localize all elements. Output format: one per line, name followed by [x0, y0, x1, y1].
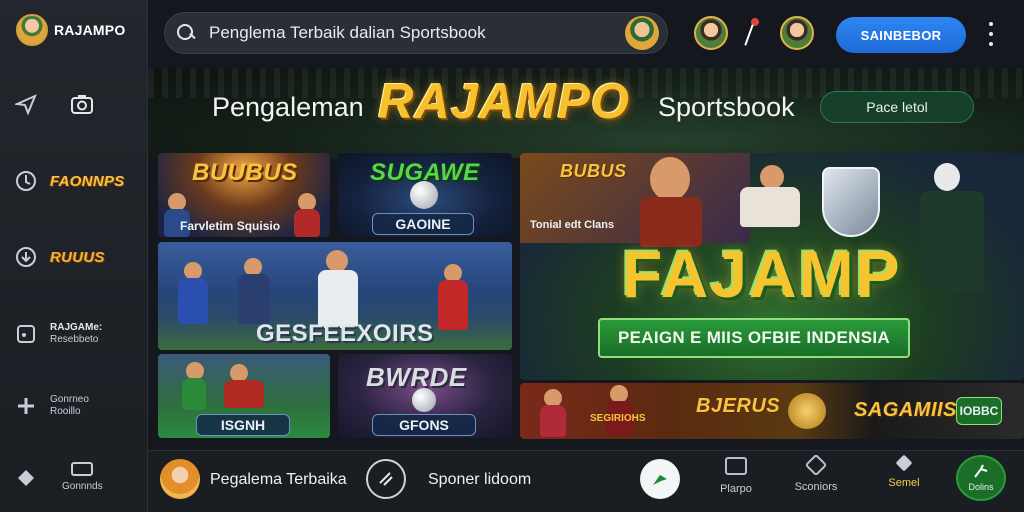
sidebar-item-5-label: Gonnnds [62, 481, 103, 492]
sidebar-item-3[interactable]: RAJGAMe: Resebbeto [12, 320, 102, 348]
user-avatar-1[interactable] [694, 16, 728, 50]
promo-tile-2[interactable]: SUGAWE GAOINE [338, 153, 512, 237]
sidebar-logo-1: FAONNPS [50, 172, 125, 190]
diamond-icon [12, 464, 40, 492]
nav-item-4[interactable]: Dolins [956, 455, 1006, 501]
sidebar-item-4[interactable]: Gonrneo Rooillo [12, 392, 89, 420]
sidebar-item-4-title: Gonrneo [50, 394, 89, 405]
search-input[interactable]: Penglema Terbaik dalian Sportsbook [209, 23, 625, 43]
search-avatar [625, 16, 659, 50]
nav-item-4-label: Dolins [968, 482, 994, 492]
bottom-left-text[interactable]: Pegalema Terbaika [210, 471, 347, 489]
brand-name: RAJAMPO [54, 22, 126, 38]
nav-item-3-label: Semel [888, 477, 920, 489]
sidebar-item-3-label: RAJGAMe: Resebbeto [50, 322, 102, 346]
feature-small-logo: BUBUS [560, 161, 627, 181]
promo-tile-1[interactable]: BUUBUS Farvletim Squisio [158, 153, 330, 237]
document-icon [12, 320, 40, 348]
tile-2-badge[interactable]: GAOINE [372, 213, 474, 235]
strip-caption: SEGIRIOHS [590, 413, 646, 424]
sidebar-item-4-sub: Rooillo [50, 406, 81, 417]
target-icon [12, 167, 40, 195]
tile-3-caption: GESFEEXOIRS [256, 320, 434, 347]
top-bar: Penglema Terbaik dalian Sportsbook SAINB… [148, 0, 1024, 68]
location-icon [12, 243, 40, 271]
brand-avatar [16, 14, 48, 46]
bottom-avatar[interactable] [160, 459, 200, 499]
cube-icon [804, 453, 828, 477]
hero-right-text: Sportsbook [658, 92, 795, 122]
feature-big-logo: FAJAMP [622, 237, 902, 311]
strip-logo-2: SAGAMIIS [854, 399, 957, 421]
monitor-icon [71, 462, 94, 476]
feature-ribbon: PEAIGN E MIIS OFBIE INDENSIA [598, 318, 910, 358]
strip-logo-1: BJERUS [696, 395, 781, 417]
tile-1-caption: Farvletim Squisio [180, 219, 281, 233]
tile-1-logo: BUUBUS [192, 159, 298, 186]
sidebar: RAJAMPO FAONNPS RUUUS RAJGAMe: Resebbeto… [0, 0, 148, 512]
nav-item-2[interactable]: Sconiors [786, 453, 846, 493]
coin-icon [788, 393, 826, 429]
runner-icon [974, 464, 988, 478]
hero-brand-logo: RAJAMPO [378, 75, 631, 129]
promo-tile-5[interactable]: BWRDE GFONS [338, 354, 512, 438]
sidebar-item-5-group: Gonnnds [62, 462, 103, 493]
search-bar[interactable]: Penglema Terbaik dalian Sportsbook [164, 12, 668, 54]
sidebar-item-3-title: RAJGAMe: [50, 322, 103, 333]
sidebar-item-4-label: Gonrneo Rooillo [50, 394, 89, 418]
sidebar-row-1 [12, 90, 96, 118]
sidebar-logo-2: RUUUS [50, 248, 105, 266]
promo-tile-3[interactable]: GESFEEXOIRS [158, 242, 512, 350]
ball-icon [410, 181, 438, 209]
nav-item-3[interactable]: Semel [874, 454, 934, 489]
camera-icon[interactable] [68, 90, 96, 118]
plus-icon [12, 392, 40, 420]
nav-item-1[interactable]: Plarpo [706, 457, 766, 495]
nav-item-1-label: Plarpo [720, 483, 752, 495]
send-icon[interactable] [12, 90, 40, 118]
gem-icon [895, 454, 913, 472]
tile-5-badge[interactable]: GFONS [372, 414, 476, 436]
sidebar-item-1[interactable]: FAONNPS [12, 167, 125, 195]
hero-pill-button[interactable]: Pace letol [820, 91, 974, 123]
sports-home-icon[interactable] [640, 459, 680, 499]
image-icon [725, 457, 747, 475]
cta-button[interactable]: SAINBEBOR [836, 17, 966, 53]
search-icon [175, 22, 197, 44]
bottom-nav: Pegalema Terbaika Sponer lidoom Plarpo S… [148, 450, 1024, 512]
tile-5-logo: BWRDE [366, 362, 467, 392]
sidebar-item-5[interactable]: Gonnnds [12, 462, 103, 493]
hero-left-text: Pengaleman [212, 92, 364, 122]
strip-badge[interactable]: IOBBC [956, 397, 1002, 425]
sidebar-item-3-sub: Resebbeto [50, 334, 99, 345]
promo-strip[interactable]: SEGIRIOHS BJERUS SAGAMIIS IOBBC [520, 383, 1024, 439]
promo-tile-4[interactable]: ISGNH [158, 354, 330, 438]
more-menu-icon[interactable] [986, 22, 996, 46]
shield-icon [822, 167, 880, 237]
brand[interactable]: RAJAMPO [16, 14, 125, 46]
ball-icon-2 [412, 388, 436, 412]
bottom-mid-text[interactable]: Sponer lidoom [428, 471, 531, 489]
nav-item-2-label: Sconiors [794, 481, 838, 493]
wallet-icon[interactable] [366, 459, 406, 499]
tile-4-badge[interactable]: ISGNH [196, 414, 290, 436]
pin-icon[interactable] [742, 18, 762, 46]
feature-small-caption: Tonial edt Clans [530, 219, 615, 231]
app-root: RAJAMPO FAONNPS RUUUS RAJGAMe: Resebbeto… [0, 0, 1024, 512]
sidebar-item-2[interactable]: RUUUS [12, 243, 105, 271]
user-avatar-2[interactable] [780, 16, 814, 50]
